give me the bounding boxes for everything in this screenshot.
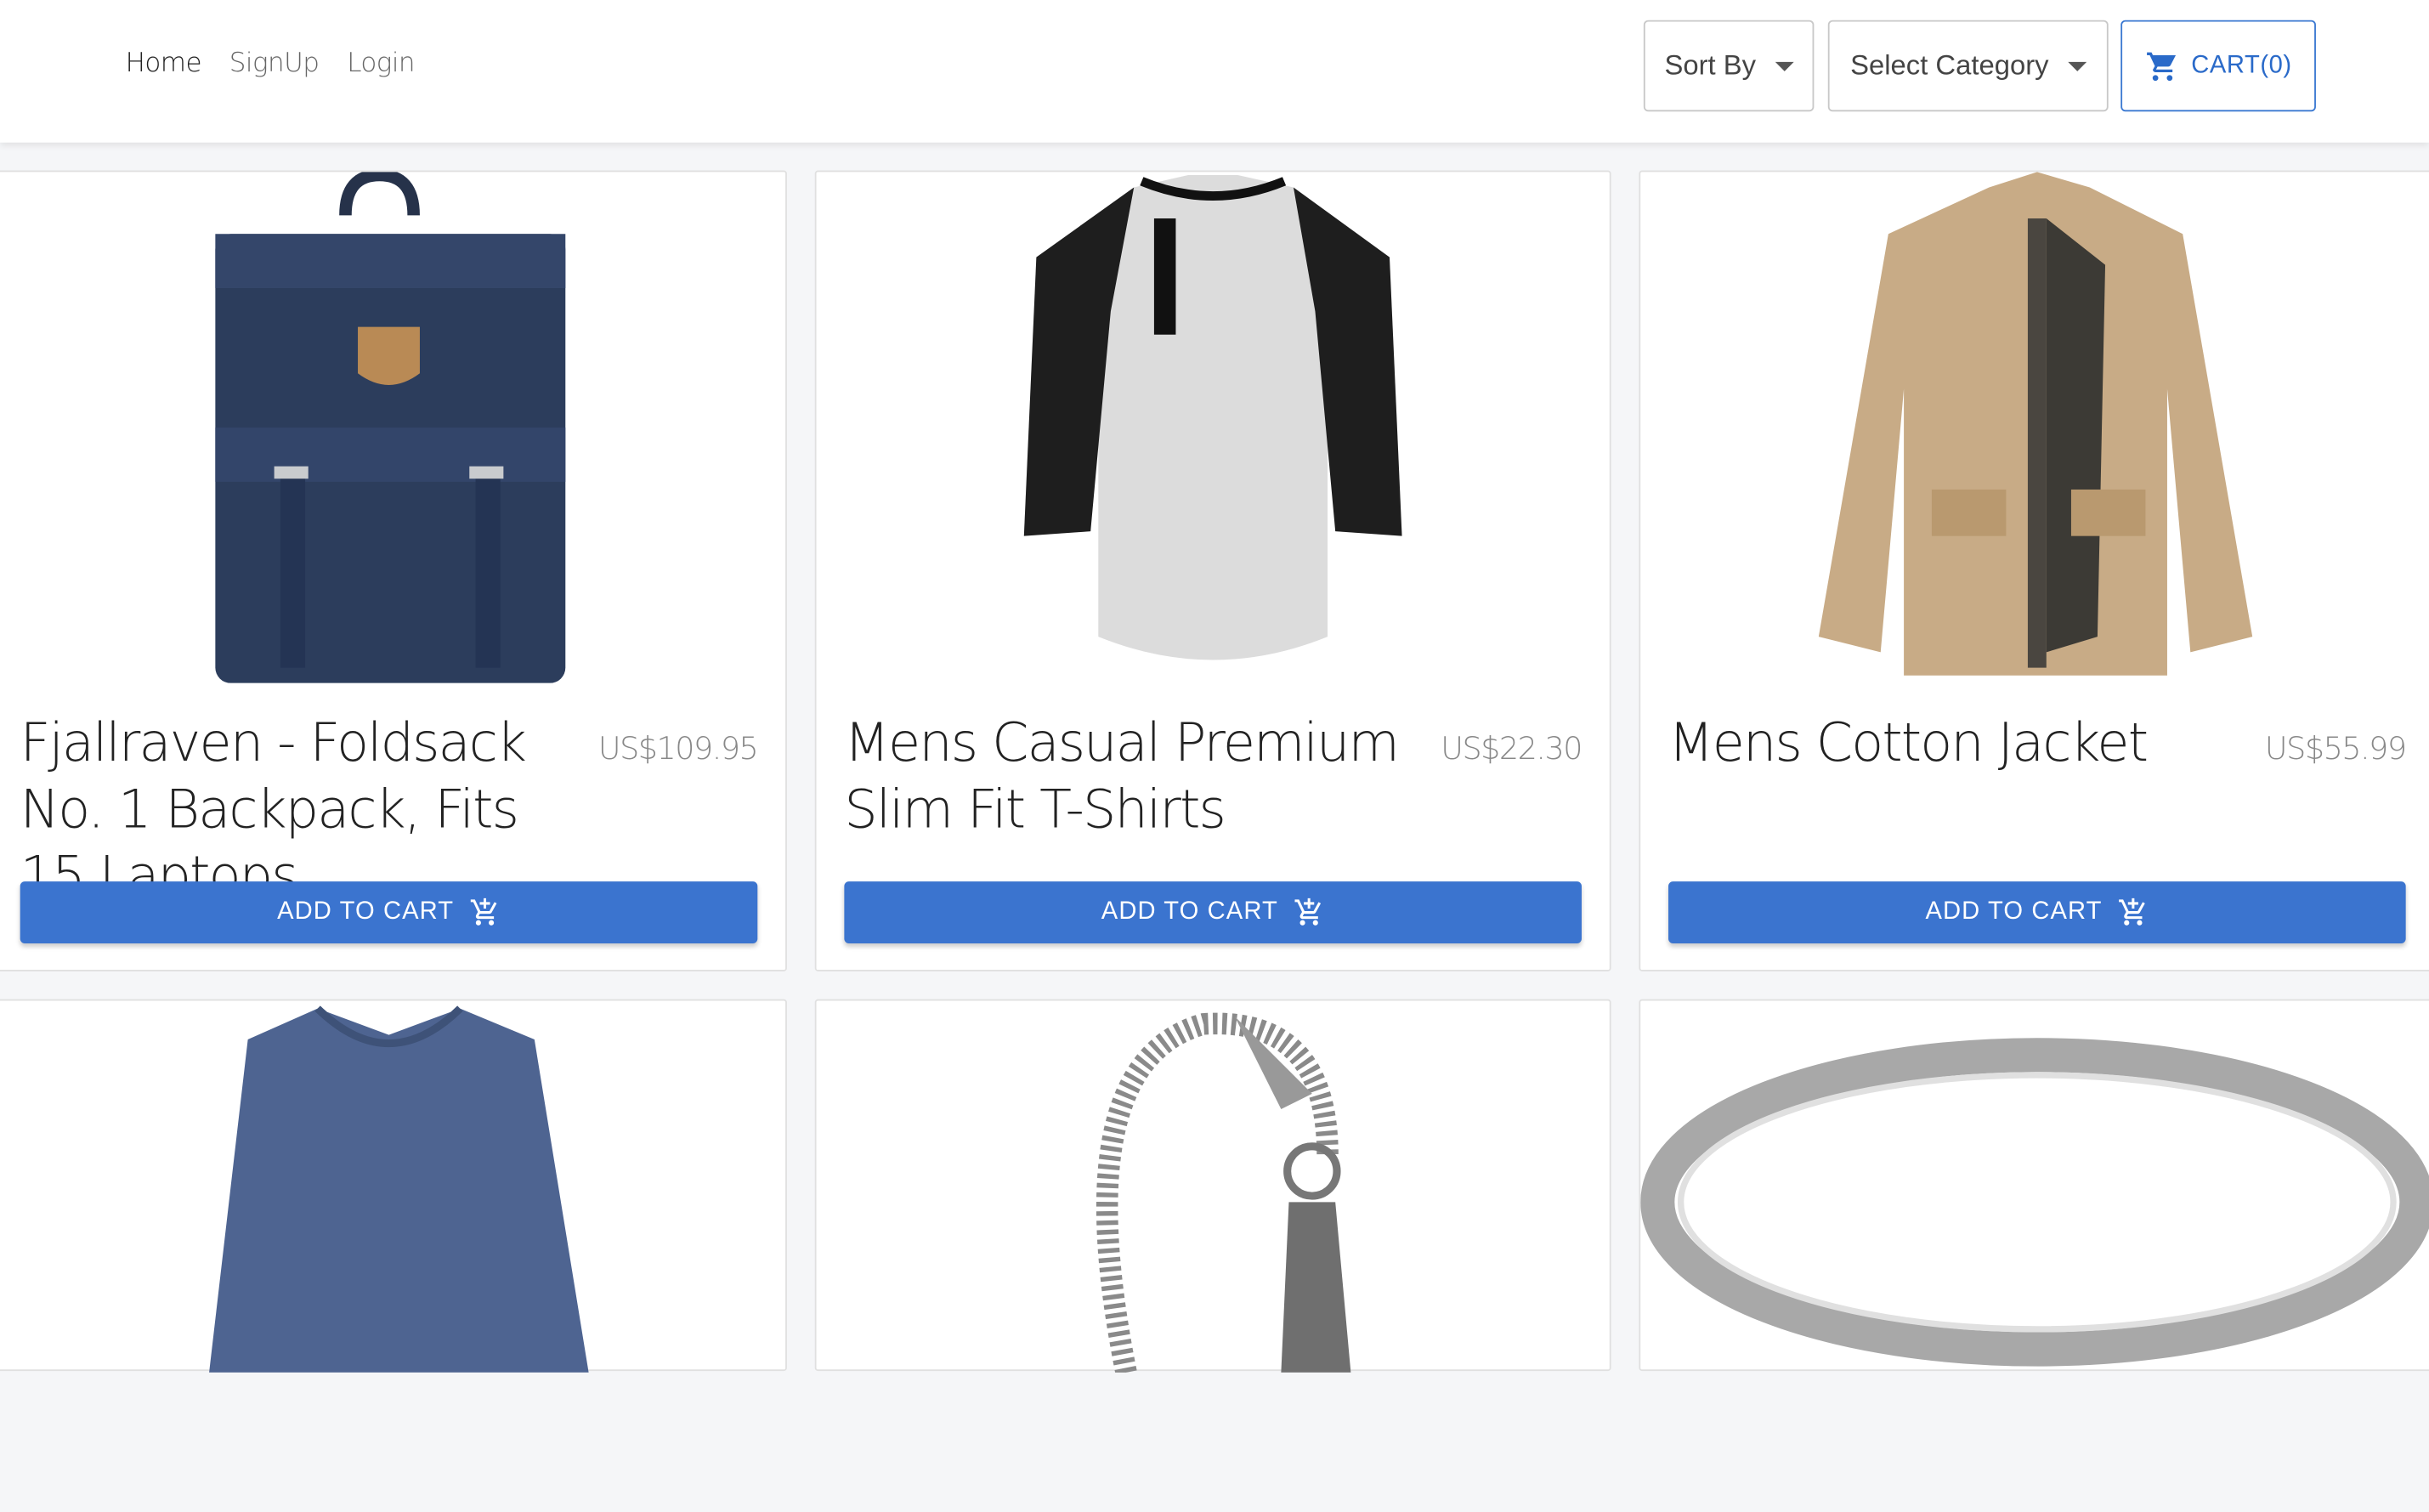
nav-signup-link[interactable]: SignUp: [229, 48, 320, 79]
product-price: US$22.30: [1441, 729, 1583, 767]
product-image-ring[interactable]: [1640, 1000, 2429, 1511]
product-card: Mens Cotton Jacket US$55.99 ADD TO CART: [1639, 170, 2429, 971]
add-to-cart-label: ADD TO CART: [1925, 898, 2103, 926]
add-to-cart-button[interactable]: ADD TO CART: [1668, 881, 2406, 944]
caret-down-icon: [1774, 60, 1793, 71]
add-shopping-cart-icon: [1294, 898, 1322, 926]
product-title[interactable]: Mens Cotton Jacket: [1668, 711, 2241, 778]
category-label: Select Category: [1850, 49, 2049, 81]
add-to-cart-label: ADD TO CART: [277, 898, 455, 926]
product-image-longsleeve[interactable]: [0, 1000, 785, 1511]
product-card: Fjallraven - Foldsack No. 1 Backpack, Fi…: [0, 168, 787, 971]
product-card: [0, 999, 787, 1373]
product-card: [814, 999, 1611, 1375]
add-to-cart-label: ADD TO CART: [1101, 898, 1278, 926]
cart-label: CART(0): [2191, 52, 2292, 79]
category-dropdown[interactable]: Select Category: [1827, 20, 2109, 112]
top-bar: Home SignUp Login Sort By Select Categor…: [0, 0, 2429, 143]
add-shopping-cart-icon: [470, 898, 497, 926]
page: Home SignUp Login Sort By Select Categor…: [0, 0, 2429, 1375]
cart-icon: [2146, 51, 2176, 81]
caret-down-icon: [2067, 60, 2086, 71]
add-shopping-cart-icon: [2119, 898, 2145, 926]
sort-by-dropdown[interactable]: Sort By: [1643, 20, 1815, 112]
nav-login-link[interactable]: Login: [347, 48, 415, 79]
product-price: US$55.99: [2264, 729, 2407, 767]
product-price: US$109.95: [597, 729, 759, 767]
product-image-backpack[interactable]: [0, 168, 785, 683]
product-image-bracelet[interactable]: [817, 1000, 1610, 1511]
cart-button[interactable]: CART(0): [2120, 20, 2316, 112]
nav-home-link[interactable]: Home: [126, 48, 202, 79]
sort-by-label: Sort By: [1664, 49, 1757, 81]
product-card: Mens Casual Premium Slim Fit T-Shirts US…: [814, 170, 1611, 971]
product-image-tshirt[interactable]: [817, 172, 1610, 682]
main-nav: Home SignUp Login: [126, 48, 416, 79]
add-to-cart-button[interactable]: ADD TO CART: [844, 881, 1582, 944]
product-card: [1639, 999, 2429, 1372]
add-to-cart-button[interactable]: ADD TO CART: [20, 881, 758, 944]
product-image-jacket[interactable]: [1640, 172, 2429, 682]
product-title[interactable]: Mens Casual Premium Slim Fit T-Shirts: [844, 711, 1417, 845]
